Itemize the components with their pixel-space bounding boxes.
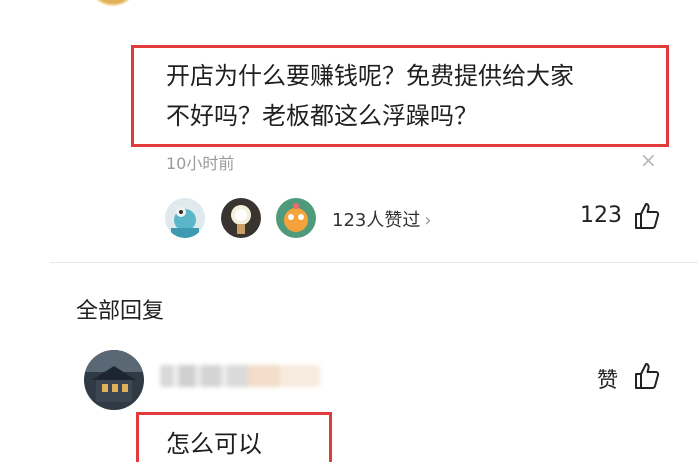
- like-count: 123: [580, 203, 622, 228]
- reply-user-avatar[interactable]: [84, 350, 144, 410]
- chevron-right-icon: ›: [424, 210, 432, 231]
- divider: [50, 262, 698, 263]
- comment-highlight-box: [131, 45, 669, 147]
- all-replies-heading: 全部回复: [76, 299, 165, 324]
- close-icon[interactable]: ×: [640, 148, 657, 172]
- likes-summary-link[interactable]: 123人赞过 ›: [332, 206, 432, 232]
- previous-user-avatar[interactable]: [88, 0, 138, 6]
- liker-avatar[interactable]: [165, 198, 205, 238]
- thumbs-up-icon[interactable]: [634, 202, 660, 230]
- blurred-username: [160, 365, 320, 387]
- comment-timestamp: 10小时前: [166, 154, 235, 173]
- thumbs-up-icon[interactable]: [634, 362, 660, 390]
- liker-avatar[interactable]: [276, 198, 316, 238]
- liker-avatar[interactable]: [221, 198, 261, 238]
- reply-highlight-box: [136, 412, 332, 462]
- reply-like-label[interactable]: 赞: [597, 364, 618, 394]
- likes-summary-text: 123人赞过: [332, 210, 421, 231]
